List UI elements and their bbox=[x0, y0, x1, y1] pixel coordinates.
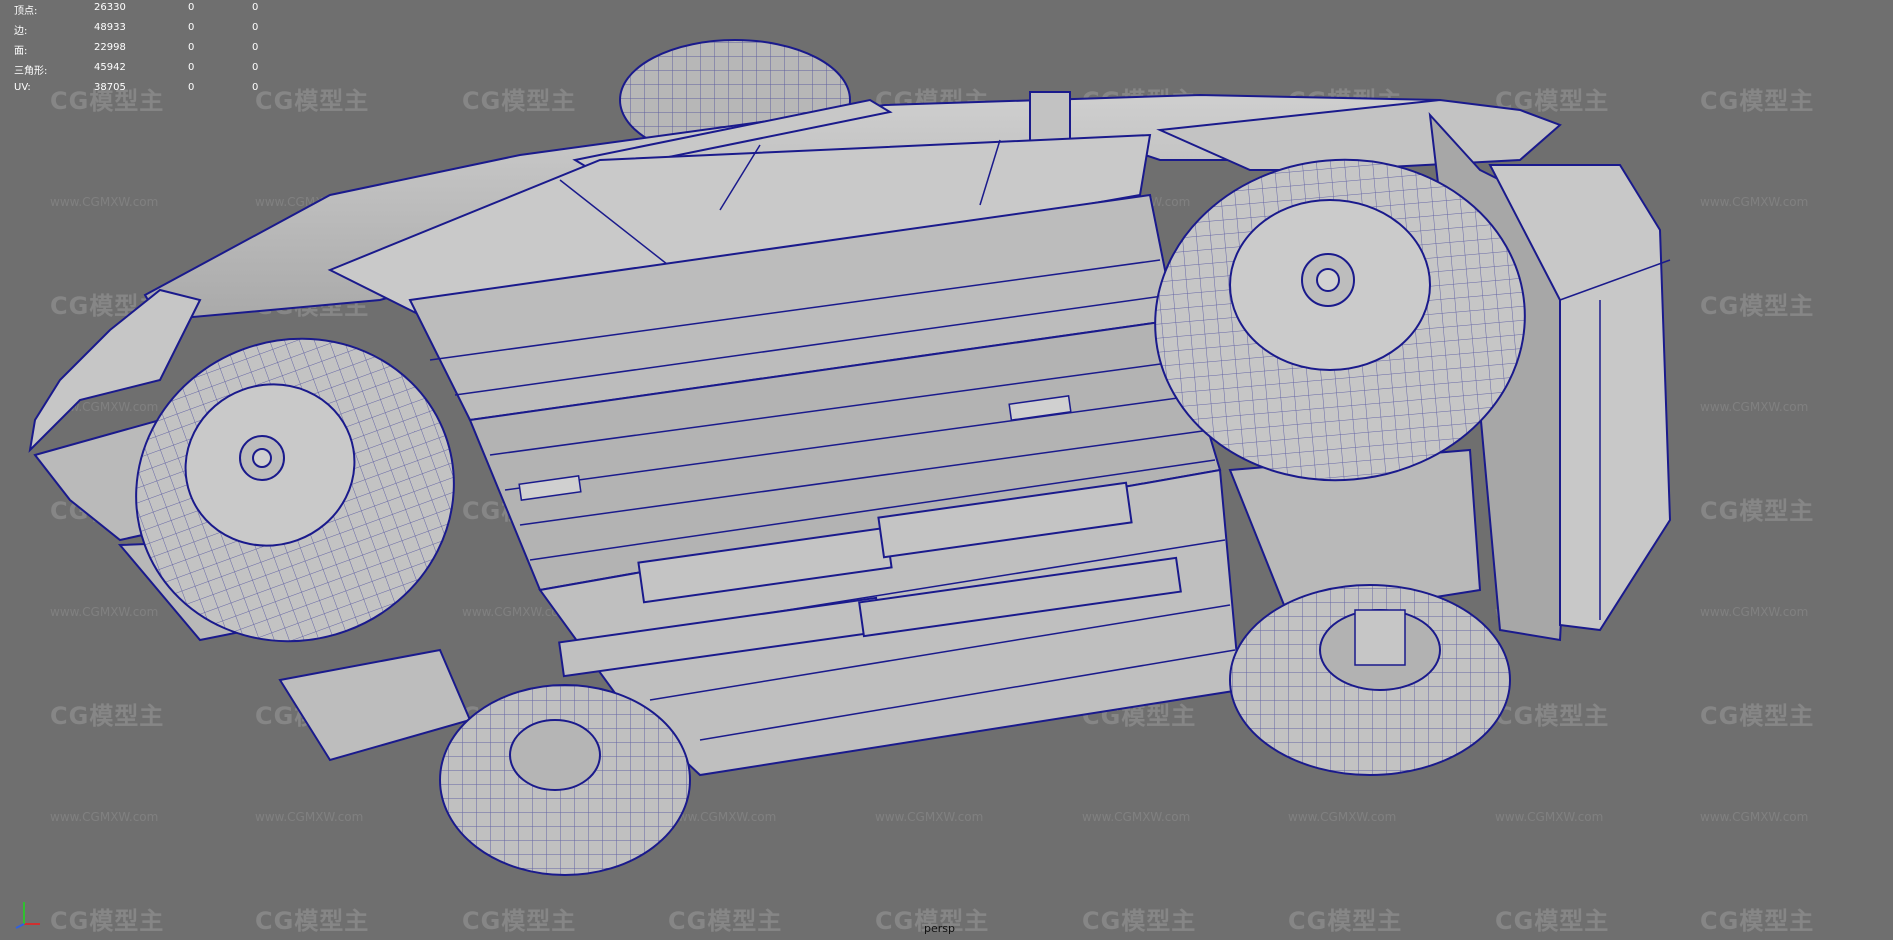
car-model-wireframe[interactable] bbox=[0, 0, 1893, 940]
camera-name-label: persp bbox=[924, 922, 955, 935]
hud-stat-label: 顶点: bbox=[14, 6, 38, 17]
hud-stat-selected: 0 bbox=[188, 22, 195, 33]
hud-stat-value: 26330 bbox=[94, 2, 126, 13]
hud-stat-highlighted: 0 bbox=[252, 82, 259, 93]
hud-stat-selected: 0 bbox=[188, 82, 195, 93]
wheel-bottom-rear bbox=[1229, 584, 1511, 776]
wheel-bottom-front bbox=[439, 684, 691, 876]
hud-stat-label: UV: bbox=[14, 82, 31, 93]
hud-stat-value: 45942 bbox=[94, 62, 126, 73]
hud-stat-highlighted: 0 bbox=[252, 62, 259, 73]
maya-viewport[interactable]: CG模型主 www.CGMXW.com CG模型主 www.CGMXW.com CG模型… bbox=[0, 0, 1893, 940]
hud-stat-value: 22998 bbox=[94, 42, 126, 53]
hud-stat-selected: 0 bbox=[188, 42, 195, 53]
hud-stat-value: 48933 bbox=[94, 22, 126, 33]
axis-gizmo-icon bbox=[15, 902, 40, 929]
hud-stat-highlighted: 0 bbox=[252, 42, 259, 53]
hud-stat-label: 面: bbox=[14, 46, 28, 57]
hud-stat-highlighted: 0 bbox=[252, 2, 259, 13]
hud-stat-label: 三角形: bbox=[14, 66, 48, 77]
hud-stat-selected: 0 bbox=[188, 62, 195, 73]
hud-stat-value: 38705 bbox=[94, 82, 126, 93]
hud-stat-highlighted: 0 bbox=[252, 22, 259, 33]
hud-stat-selected: 0 bbox=[188, 2, 195, 13]
hud-stat-label: 边: bbox=[14, 26, 28, 37]
